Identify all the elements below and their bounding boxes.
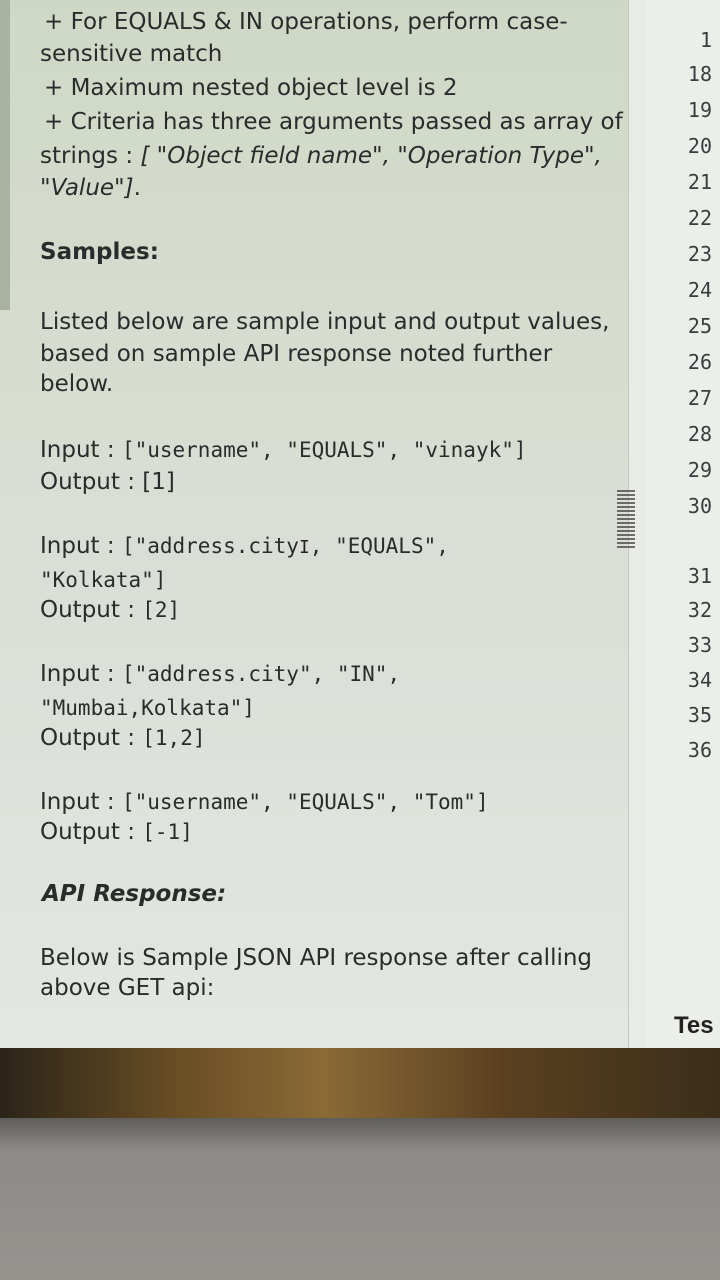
line-number: 18 [687,62,712,86]
line-number: 24 [687,278,712,302]
line-number: 20 [687,134,712,158]
output-value: [-1] [142,820,193,844]
line-number: 23 [687,242,712,266]
screen: + For EQUALS & IN operations, perform ca… [0,0,720,1048]
sample-2-input-cont: "Kolkata"] [40,568,167,592]
output-label: Output : [40,819,143,845]
input-label: Input : [40,789,122,815]
line-number: 1 [699,28,712,52]
line-number: 29 [687,458,712,482]
rule-criteria: + Criteria has three arguments passed as… [44,109,623,135]
rule-criteria-array-2: "Value"] [40,175,134,201]
line-number: 31 [687,564,712,588]
code-editor[interactable]: 1 18 19 20 21 22 23 24 25 26 27 28 29 30… [646,0,720,1048]
output-value: [2] [142,598,181,622]
api-desc-2: above GET api: [40,975,215,1001]
background-photo-strip [0,1048,720,1118]
output-value: [1] [142,469,175,495]
sample-3-input-cont: "Mumbai,Kolkata"] [40,696,255,720]
sample-2-input: Input : ["address.cityI, "EQUALS", [40,530,449,564]
sample-1-input: Input : ["username", "EQUALS", "vinayk"] [40,434,527,466]
sample-4-input: Input : ["username", "EQUALS", "Tom"] [40,786,489,818]
samples-intro-2: based on sample API response noted furth… [40,341,553,367]
rule-equals-in-cont: sensitive match [40,41,223,67]
samples-intro-3: below. [40,371,114,397]
input-label: Input : [40,661,122,687]
input-value: ["address.city [121,534,299,558]
rule-criteria-end: . [133,175,141,201]
monitor-bezel [0,1118,720,1280]
samples-heading: Samples: [40,239,159,265]
api-response-heading: API Response: [42,881,227,907]
sample-4-output: Output : [-1] [40,816,193,848]
rule-criteria-line2: strings : [ "Object field name", "Operat… [40,140,602,172]
line-number: 21 [687,170,712,194]
input-value-rest: , "EQUALS", [309,534,449,558]
rule-nested: + Maximum nested object level is 2 [44,75,458,101]
line-number: 33 [687,633,712,657]
output-label: Output : [40,597,143,623]
line-number: 32 [687,598,712,622]
problem-description-panel[interactable]: + For EQUALS & IN operations, perform ca… [0,0,628,1048]
input-label: Input : [40,437,122,463]
line-number: 30 [687,494,712,518]
line-number: 26 [687,350,712,374]
api-desc-1: Below is Sample JSON API response after … [40,945,593,971]
output-label: Output : [40,725,143,751]
input-value: ["address.city", "IN", [121,662,401,686]
input-value: ["username", "EQUALS", "vinayk"] [121,438,527,462]
line-number: 25 [687,314,712,338]
line-number: 27 [687,386,712,410]
sample-3-output: Output : [1,2] [40,722,205,754]
text-cursor-icon: I [298,537,310,558]
line-number: 34 [687,668,712,692]
output-value: [1,2] [142,726,206,750]
rule-criteria-prefix: strings : [40,143,141,169]
line-number: 22 [687,206,712,230]
rule-criteria-array-1: [ "Object field name", "Operation Type", [140,143,602,169]
line-number: 19 [687,98,712,122]
sample-2-output: Output : [2] [40,594,180,626]
test-tab-label[interactable]: Tes [674,1012,714,1040]
rule-criteria-line3: "Value"]. [40,172,141,204]
line-number: 28 [687,422,712,446]
samples-intro-1: Listed below are sample input and output… [40,309,610,335]
input-value: ["username", "EQUALS", "Tom"] [121,790,489,814]
drag-handle-icon[interactable] [617,490,635,550]
rule-equals-in: + For EQUALS & IN operations, perform ca… [44,9,568,35]
output-label: Output : [40,469,143,495]
input-label: Input : [40,533,122,559]
sample-1-output: Output : [1] [40,466,175,498]
line-number: 36 [687,738,712,762]
line-number: 35 [687,703,712,727]
sample-3-input: Input : ["address.city", "IN", [40,658,400,690]
